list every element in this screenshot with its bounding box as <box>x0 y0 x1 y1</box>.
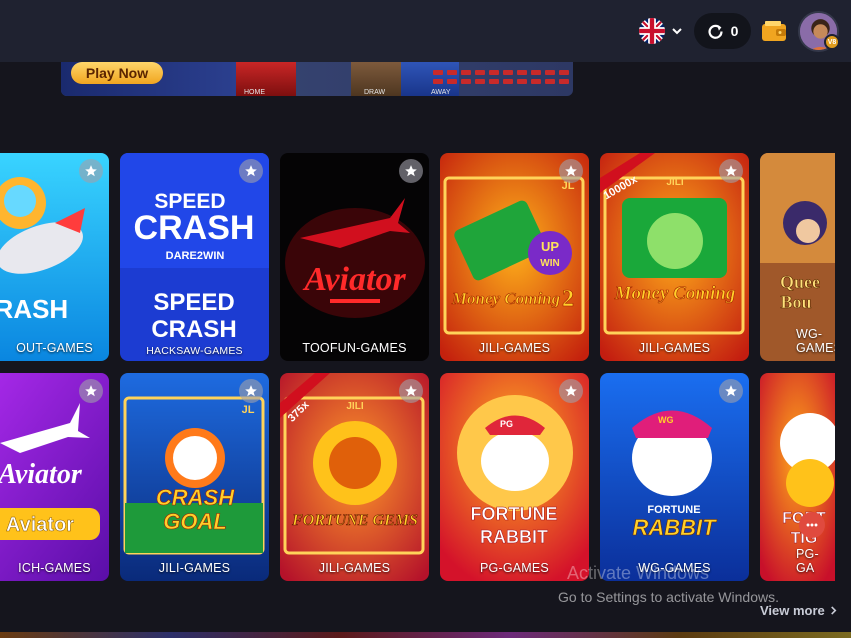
card-title-money-coming: Money Coming <box>451 289 561 308</box>
card-subtitle-aviator: Aviator <box>6 514 74 536</box>
banner-draw-panel: DRAW <box>351 62 401 96</box>
jl-logo: JL <box>242 404 255 416</box>
card-title-fortune: FORTUNE <box>471 504 558 524</box>
favorite-star-icon[interactable] <box>719 379 743 403</box>
card-title-fortune-gems: FORTUNE GEMS <box>291 512 418 529</box>
activate-windows-subtitle: Go to Settings to activate Windows. <box>558 589 779 605</box>
game-card[interactable]: Aviator Aviator ICH-GAMES <box>0 373 109 581</box>
provider-label: TOOFUN-GAMES <box>302 341 407 355</box>
view-more-label: View more <box>760 603 825 618</box>
favorite-star-icon[interactable] <box>79 379 103 403</box>
game-card[interactable]: 10000x JILI Money Coming JILI-GAMES <box>600 153 749 361</box>
card-title-speed: SPEED <box>153 289 234 316</box>
card-title-rabbit: RABBIT <box>480 527 548 547</box>
language-selector[interactable] <box>639 18 683 44</box>
game-card[interactable]: Quee Bou WG-GAMES <box>760 153 835 361</box>
card-title-goal: GOAL <box>163 509 227 534</box>
jili-logo: JILI <box>666 177 683 188</box>
banner-score-grid <box>433 70 573 84</box>
up-label: UP <box>541 239 559 254</box>
provider-label: JILI-GAMES <box>318 561 391 575</box>
provider-label: JILI-GAMES <box>158 561 231 575</box>
card-title-aviator: Aviator <box>0 459 83 490</box>
card-title-bounty: Bou <box>780 292 811 312</box>
chevron-right-icon <box>830 606 837 615</box>
card-title-aviator: Aviator <box>302 261 406 298</box>
draw-label: DRAW <box>364 89 386 96</box>
balance-pill[interactable]: 0 <box>694 13 751 49</box>
next-row-preview <box>0 632 851 638</box>
dare2win-label: DARE2WIN <box>166 250 225 262</box>
game-card[interactable]: CRASH GOAL JL JILI-GAMES <box>120 373 269 581</box>
balance-amount: 0 <box>730 23 739 39</box>
provider-label: WG-GAMES <box>796 327 835 355</box>
view-more-link[interactable]: View more <box>760 603 838 618</box>
provider-label: JILI-GAMES <box>478 341 551 355</box>
card-title-2: 2 <box>562 286 574 312</box>
card-title-crash: CRASH <box>151 316 236 343</box>
game-card[interactable]: UP WIN Money Coming 2 JL JILI-GAMES <box>440 153 589 361</box>
favorite-star-icon[interactable] <box>399 379 423 403</box>
banner-home-panel: HOME <box>236 62 296 96</box>
top-bar: 0 V8 <box>0 0 851 62</box>
game-card[interactable]: 375x JILI FORTUNE GEMS JILI-GAMES <box>280 373 429 581</box>
pg-logo: PG <box>500 419 513 429</box>
provider-label: HACKSAW-GAMES <box>146 345 243 357</box>
activate-windows-title: Activate Windows <box>567 563 710 583</box>
card-title-money-coming: Money Coming <box>614 283 736 304</box>
chat-icon[interactable] <box>799 512 825 538</box>
favorite-star-icon[interactable] <box>559 159 583 183</box>
away-label: AWAY <box>431 89 451 96</box>
favorite-star-icon[interactable] <box>559 379 583 403</box>
game-card[interactable]: FORT TIG PG-GA <box>760 373 835 581</box>
provider-label: OUT-GAMES <box>16 341 93 355</box>
promo-banner[interactable]: Play Now HOME DRAW AWAY <box>61 62 573 96</box>
win-label: WIN <box>540 258 559 269</box>
jili-logo: JILI <box>346 401 363 412</box>
wg-logo: WG <box>658 415 674 425</box>
card-title-crash: CRASH <box>0 294 68 324</box>
provider-label: ICH-GAMES <box>18 561 91 575</box>
vip-badge: V8 <box>824 34 840 50</box>
card-title-rabbit: RABBIT <box>632 515 717 540</box>
refresh-icon[interactable] <box>707 23 724 40</box>
wallet-icon[interactable] <box>761 18 787 44</box>
speed-logo-2: CRASH <box>134 209 255 247</box>
favorite-star-icon[interactable] <box>399 159 423 183</box>
game-card[interactable]: WG FORTUNE RABBIT WG-GAMES <box>600 373 749 581</box>
favorite-star-icon[interactable] <box>239 159 263 183</box>
chevron-down-icon <box>672 28 682 35</box>
uk-flag-icon <box>639 18 665 44</box>
favorite-star-icon[interactable] <box>719 159 743 183</box>
game-card[interactable]: Aviator TOOFUN-GAMES <box>280 153 429 361</box>
game-card[interactable]: PG FORTUNE RABBIT PG-GAMES <box>440 373 589 581</box>
game-card[interactable]: SPEED CRASH DARE2WIN SPEED CRASH HACKSAW… <box>120 153 269 361</box>
play-now-button[interactable]: Play Now <box>71 62 163 84</box>
card-title-crash: CRASH <box>156 485 235 510</box>
game-card[interactable]: CRASH OUT-GAMES <box>0 153 109 361</box>
card-title-queen: Quee <box>780 272 820 292</box>
home-label: HOME <box>244 89 265 96</box>
favorite-star-icon[interactable] <box>79 159 103 183</box>
provider-label: JILI-GAMES <box>638 341 711 355</box>
favorite-star-icon[interactable] <box>239 379 263 403</box>
provider-label: PG-GA <box>796 547 819 575</box>
